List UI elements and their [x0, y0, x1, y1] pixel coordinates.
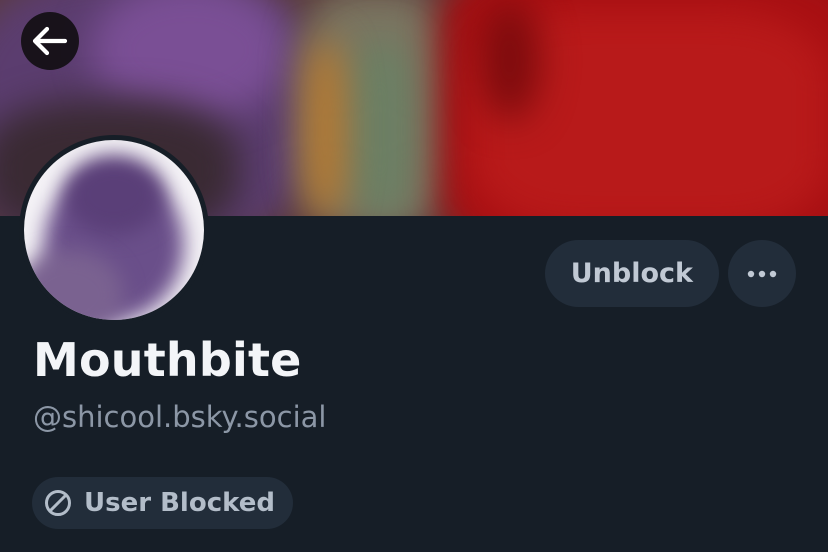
arrow-left-icon	[32, 26, 68, 56]
status-badge: User Blocked	[32, 477, 293, 529]
back-button[interactable]	[21, 12, 79, 70]
avatar-image	[24, 140, 204, 320]
profile-actions: Unblock	[544, 240, 796, 307]
profile-handle: @shicool.bsky.social	[33, 400, 327, 434]
status-label: User Blocked	[84, 488, 275, 518]
ellipsis-icon	[747, 270, 777, 277]
more-options-button[interactable]	[728, 240, 796, 307]
profile-screen: Unblock Mouthbite @shicool.bsky.social U…	[0, 0, 828, 552]
display-name: Mouthbite	[33, 333, 302, 387]
avatar[interactable]	[19, 135, 209, 325]
block-circle-icon	[45, 490, 71, 516]
unblock-button[interactable]: Unblock	[544, 240, 719, 307]
